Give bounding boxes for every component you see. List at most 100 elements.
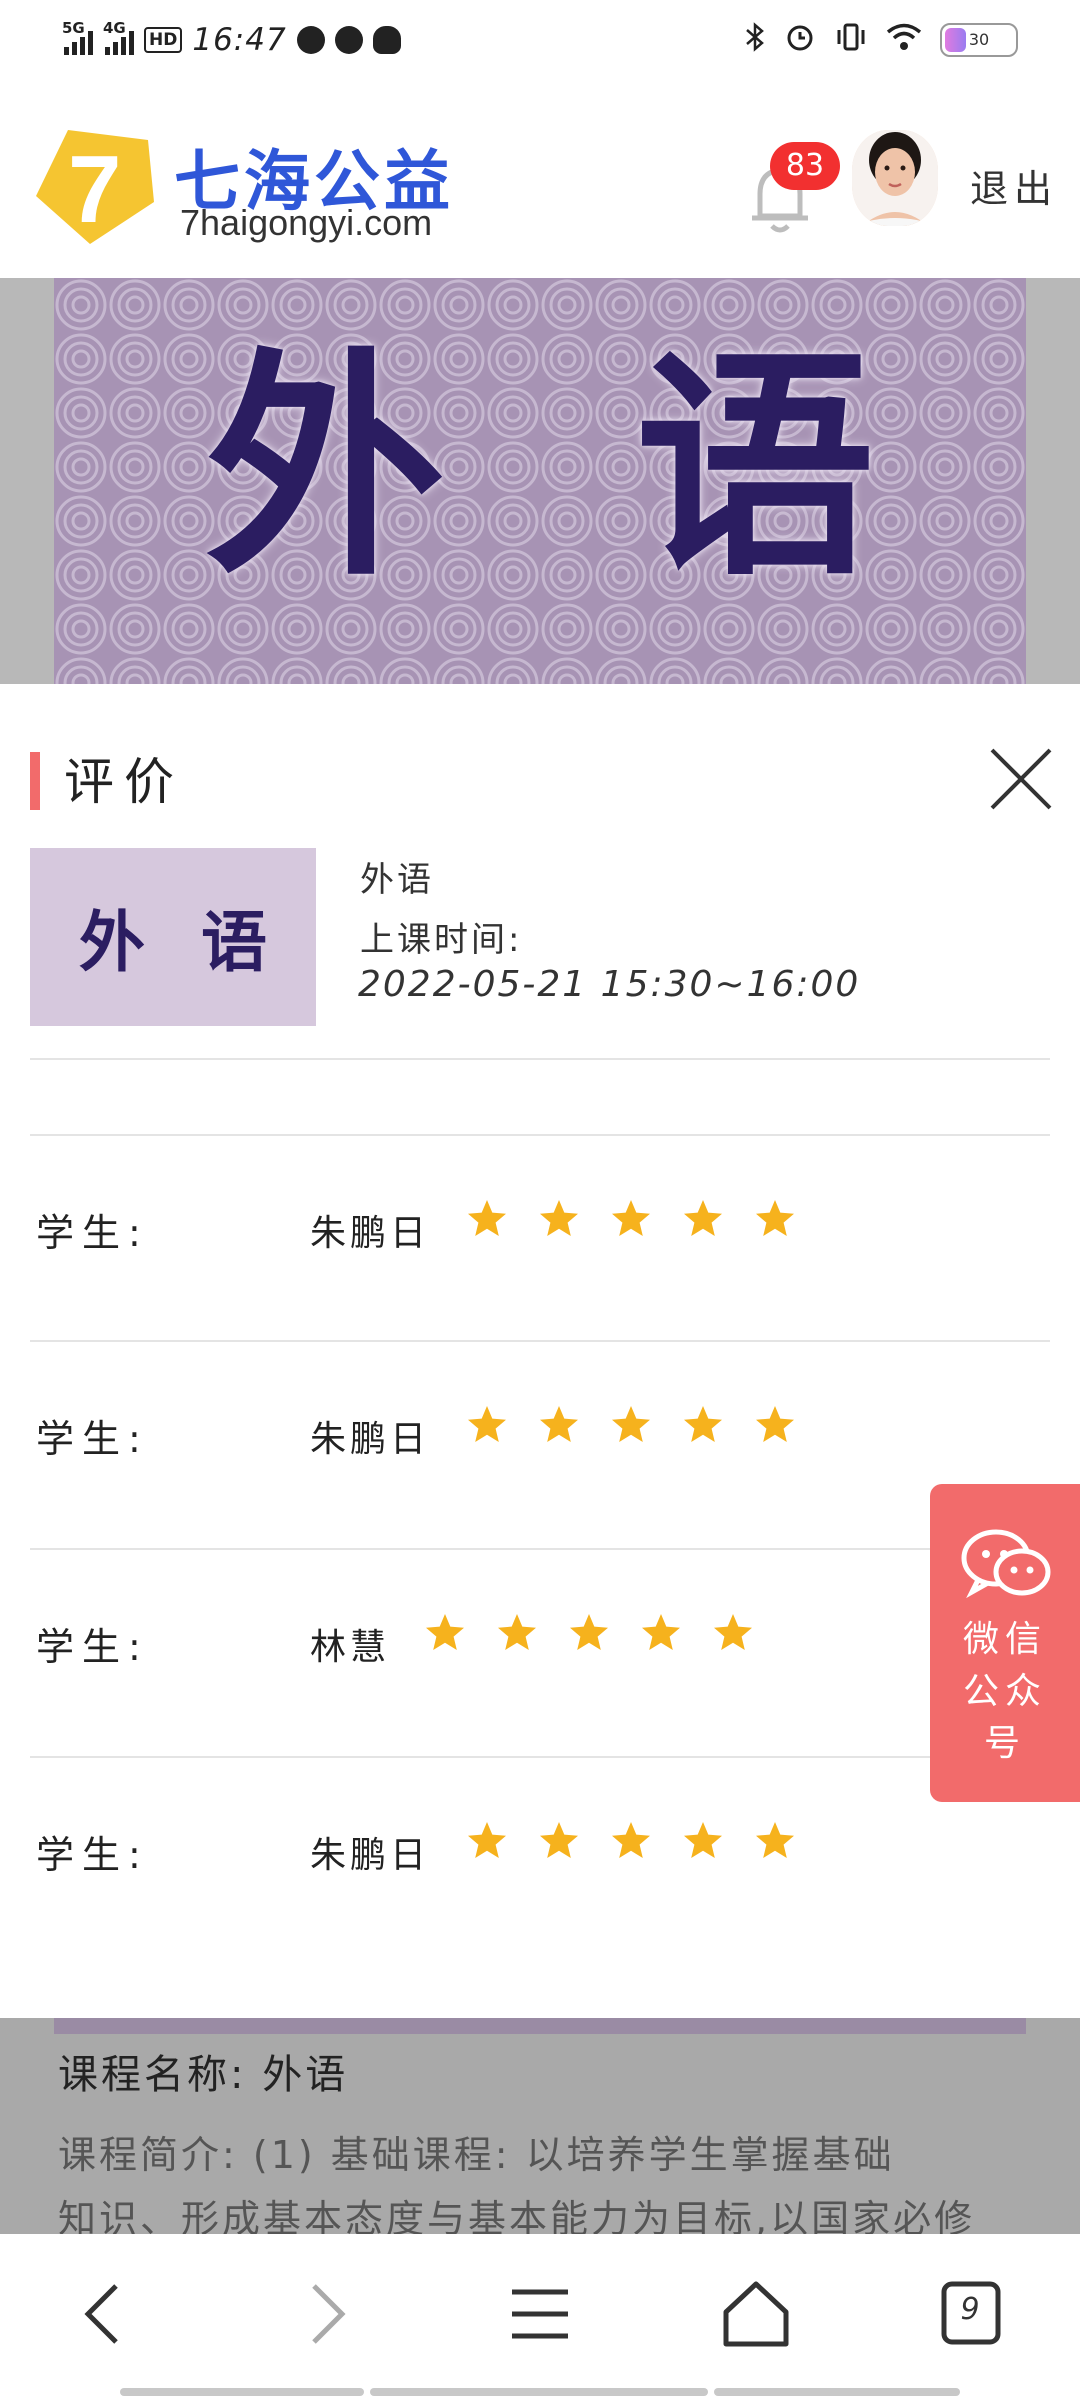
logout-link[interactable]: 退出 [970, 158, 1058, 213]
gesture-bar [714, 2388, 960, 2396]
star-rating [466, 1198, 796, 1240]
rating-row: 学生: 朱鹏日 [0, 1796, 1080, 1916]
forward-icon[interactable] [284, 2274, 364, 2354]
star-icon [540, 1406, 578, 1442]
star-rating [466, 1404, 796, 1446]
star-icon [642, 1614, 680, 1650]
student-label: 学生: [36, 1417, 149, 1461]
star-icon [540, 1822, 578, 1858]
banner-image: 外 语 [54, 278, 1026, 684]
star-icon [612, 1200, 650, 1236]
status-right: 30 [744, 18, 1018, 62]
thumbnail-char: 语 [201, 904, 267, 981]
clock: 16:47 [192, 22, 287, 58]
banner-bottom-edge [54, 2018, 1026, 2034]
wechat-label: 微信 公众 号 [930, 1614, 1080, 1770]
course-name: 外语 [360, 860, 434, 900]
star-icon [468, 1200, 506, 1236]
course-banner: 外 语 [0, 278, 1080, 684]
close-icon[interactable] [988, 746, 1054, 812]
wechat-official-account-button[interactable]: 微信 公众 号 [930, 1484, 1080, 1802]
alarm-icon [784, 21, 816, 60]
network-type-label: 4G [103, 19, 126, 37]
notification-count-badge[interactable]: 83 [770, 142, 840, 190]
gesture-bar [120, 2388, 364, 2396]
user-avatar[interactable] [852, 130, 938, 226]
student-label: 学生: [36, 1625, 149, 1669]
star-icon [612, 1406, 650, 1442]
star-icon [570, 1614, 608, 1650]
student-name: 朱鹏日 [310, 1419, 431, 1460]
browser-bottom-nav: 9 [0, 2234, 1080, 2400]
star-icon [684, 1200, 722, 1236]
back-icon[interactable] [66, 2274, 146, 2354]
divider [30, 1548, 1050, 1550]
menu-icon[interactable] [500, 2274, 580, 2354]
signal-4g-icon: 4G [103, 19, 134, 55]
student-name: 林慧 [310, 1627, 391, 1668]
star-icon [468, 1406, 506, 1442]
svg-text:7: 7 [68, 136, 121, 243]
modal-title: 评价 [64, 753, 184, 811]
course-intro-line: 课程简介: (1) 基础课程: 以培养学生掌握基础 [58, 2133, 895, 2177]
divider [30, 1134, 1050, 1136]
logo-icon[interactable]: 7 [30, 126, 160, 246]
class-time-value: 2022-05-21 15:30~16:00 [358, 964, 861, 1005]
star-icon [684, 1406, 722, 1442]
course-thumbnail: 外 语 [30, 848, 316, 1026]
wechat-label-line: 号 [983, 1723, 1026, 1764]
title-accent-bar [30, 752, 40, 810]
star-icon [540, 1200, 578, 1236]
wechat-label-line: 微信 [962, 1619, 1047, 1660]
divider [30, 1058, 1050, 1060]
network-type-label: 5G [62, 19, 85, 37]
review-modal: 评价 外 语 外语 上课时间: 2022-05-21 15:30~16:00 学… [0, 684, 1080, 2018]
star-icon [498, 1614, 536, 1650]
course-details-dimmed: 课程名称: 外语 课程简介: (1) 基础课程: 以培养学生掌握基础 知识、形成… [0, 2018, 1080, 2241]
banner-char: 外 [204, 328, 445, 608]
home-icon[interactable] [716, 2274, 796, 2354]
wifi-icon [886, 22, 922, 59]
divider [30, 1340, 1050, 1342]
bluetooth-icon [744, 21, 766, 60]
star-icon [612, 1822, 650, 1858]
thumbnail-char: 外 [79, 904, 145, 981]
qq-notification-icon [372, 26, 401, 54]
rating-row: 学生: 朱鹏日 [0, 1174, 1080, 1294]
tab-count: 9 [960, 2292, 980, 2327]
class-time-label: 上课时间: [360, 920, 523, 960]
signal-5g-icon: 5G [62, 19, 93, 55]
site-header: 7 七海公益 7haigongyi.com 83 退出 [0, 80, 1080, 278]
star-icon [756, 1200, 794, 1236]
browser-icon [296, 26, 325, 54]
star-icon [468, 1822, 506, 1858]
divider [30, 1756, 1050, 1758]
star-rating [466, 1820, 796, 1862]
gesture-bar [370, 2388, 708, 2396]
star-icon [684, 1822, 722, 1858]
student-name: 朱鹏日 [310, 1835, 431, 1876]
star-icon [426, 1614, 464, 1650]
star-icon [756, 1822, 794, 1858]
student-name: 朱鹏日 [310, 1213, 431, 1254]
student-label: 学生: [36, 1833, 149, 1877]
star-icon [714, 1614, 752, 1650]
battery-percent: 30 [968, 30, 990, 49]
star-icon [756, 1406, 794, 1442]
banner-title: 外 语 [54, 328, 1026, 608]
star-rating [424, 1612, 754, 1654]
rating-row: 学生: 朱鹏日 [0, 1380, 1080, 1500]
rating-row: 学生: 林慧 [0, 1588, 1080, 1708]
status-left: 5G 4G HD 16:47 [62, 18, 401, 62]
student-label: 学生: [36, 1211, 149, 1255]
wechat-label-line: 公众 [962, 1671, 1047, 1712]
tabs-icon[interactable]: 9 [932, 2274, 1012, 2354]
vibrate-icon [834, 22, 868, 59]
wechat-notification-icon [334, 26, 363, 54]
status-bar: 5G 4G HD 16:47 30 [0, 0, 1080, 80]
logo-domain: 7haigongyi.com [180, 202, 433, 243]
hd-voice-icon: HD [144, 27, 183, 53]
banner-char: 语 [635, 328, 876, 608]
battery-icon: 30 [940, 23, 1018, 57]
course-name-line: 课程名称: 外语 [58, 2052, 349, 2098]
